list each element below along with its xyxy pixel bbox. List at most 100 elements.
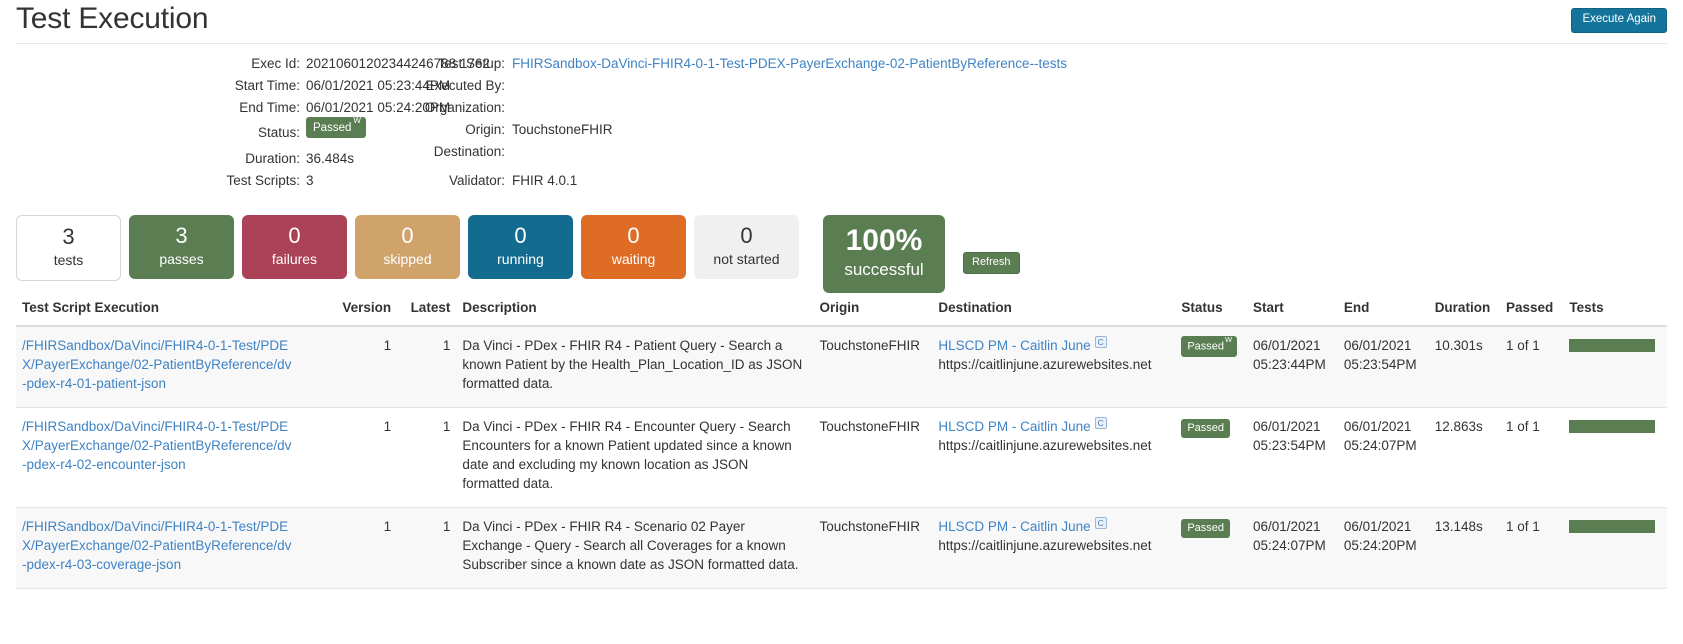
stat-box-skipped[interactable]: 0skipped <box>355 215 460 279</box>
conformance-badge-icon[interactable]: C <box>1095 336 1107 348</box>
cell-version: 1 <box>333 508 397 589</box>
cell-origin: TouchstoneFHIR <box>813 326 932 408</box>
cell-passed: 1 of 1 <box>1500 508 1563 589</box>
col-test-script-execution[interactable]: Test Script Execution <box>16 296 333 326</box>
cell-latest: 1 <box>397 408 456 508</box>
cell-passed: 1 of 1 <box>1500 408 1563 508</box>
stat-label: passes <box>131 249 232 269</box>
cell-version: 1 <box>333 326 397 408</box>
col-duration[interactable]: Duration <box>1429 296 1500 326</box>
destination-label: Destination: <box>330 142 505 161</box>
col-origin[interactable]: Origin <box>813 296 932 326</box>
col-latest[interactable]: Latest <box>397 296 456 326</box>
col-description[interactable]: Description <box>456 296 813 326</box>
col-end[interactable]: End <box>1338 296 1429 326</box>
stat-count: 0 <box>470 223 571 249</box>
destination-url: https://caitlinjune.azurewebsites.net <box>938 436 1169 455</box>
test-setup-link[interactable]: FHIRSandbox-DaVinci-FHIR4-0-1-Test-PDEX-… <box>512 56 1067 71</box>
cell-end: 06/01/2021 05:24:07PM <box>1338 408 1429 508</box>
cell-description: Da Vinci - PDex - FHIR R4 - Scenario 02 … <box>456 508 813 589</box>
destination-url: https://caitlinjune.azurewebsites.net <box>938 355 1169 374</box>
table-row[interactable]: /FHIRSandbox/DaVinci/FHIR4-0-1-Test/PDEX… <box>16 508 1667 589</box>
cell-description: Da Vinci - PDex - FHIR R4 - Patient Quer… <box>456 326 813 408</box>
cell-duration: 13.148s <box>1429 508 1500 589</box>
test-script-link[interactable]: /FHIRSandbox/DaVinci/FHIR4-0-1-Test/PDEX… <box>22 336 292 393</box>
refresh-button[interactable]: Refresh <box>963 252 1020 274</box>
table-header-row: Test Script Execution Version Latest Des… <box>16 296 1667 326</box>
conformance-badge-icon[interactable]: C <box>1095 517 1107 529</box>
row-status-text: Passed <box>1187 522 1224 534</box>
origin-label: Origin: <box>330 120 505 139</box>
execute-again-button[interactable]: Execute Again <box>1571 8 1667 33</box>
stat-label: skipped <box>357 249 458 269</box>
row-status-badge: Passed <box>1181 519 1230 538</box>
execution-summary: Exec Id: 20210601202344246788 1762 Start… <box>0 54 1683 204</box>
cell-description: Da Vinci - PDex - FHIR R4 - Encounter Qu… <box>456 408 813 508</box>
col-tests[interactable]: Tests <box>1563 296 1667 326</box>
cell-status: Passed <box>1175 408 1247 508</box>
cell-start: 06/01/2021 05:24:07PM <box>1247 508 1338 589</box>
test-script-link[interactable]: /FHIRSandbox/DaVinci/FHIR4-0-1-Test/PDEX… <box>22 517 292 574</box>
test-scripts-label: Test Scripts: <box>0 171 300 190</box>
cell-test-script-execution: /FHIRSandbox/DaVinci/FHIR4-0-1-Test/PDEX… <box>16 408 333 508</box>
cell-tests-bar <box>1563 508 1667 589</box>
cell-destination: HLSCD PM - Caitlin JuneChttps://caitlinj… <box>932 508 1175 589</box>
cell-tests-bar <box>1563 326 1667 408</box>
col-version[interactable]: Version <box>333 296 397 326</box>
cell-latest: 1 <box>397 326 456 408</box>
organization-label: Organization: <box>330 98 505 117</box>
origin-value: TouchstoneFHIR <box>512 120 613 139</box>
table-row[interactable]: /FHIRSandbox/DaVinci/FHIR4-0-1-Test/PDEX… <box>16 408 1667 508</box>
stat-label: running <box>470 249 571 269</box>
stat-box-not-started[interactable]: 0not started <box>694 215 799 279</box>
conformance-badge-icon[interactable]: C <box>1095 417 1107 429</box>
row-status-badge: PassedW <box>1181 336 1237 357</box>
col-status[interactable]: Status <box>1175 296 1247 326</box>
table-head: Test Script Execution Version Latest Des… <box>16 296 1667 326</box>
validator-label: Validator: <box>330 171 505 190</box>
test-script-link[interactable]: /FHIRSandbox/DaVinci/FHIR4-0-1-Test/PDEX… <box>22 417 292 474</box>
cell-status: PassedW <box>1175 326 1247 408</box>
stat-count: 3 <box>19 224 118 250</box>
row-status-sup: W <box>1225 335 1232 344</box>
stat-box-passes[interactable]: 3passes <box>129 215 234 279</box>
title-bar: Test Execution Execute Again <box>0 0 1683 44</box>
cell-origin: TouchstoneFHIR <box>813 408 932 508</box>
cell-passed: 1 of 1 <box>1500 326 1563 408</box>
col-start[interactable]: Start <box>1247 296 1338 326</box>
cell-start: 06/01/2021 05:23:54PM <box>1247 408 1338 508</box>
cell-origin: TouchstoneFHIR <box>813 508 932 589</box>
cell-tests-bar <box>1563 408 1667 508</box>
destination-link[interactable]: HLSCD PM - Caitlin June <box>938 338 1090 353</box>
success-percent-box: 100%successful <box>823 215 945 293</box>
page-title: Test Execution <box>16 2 208 36</box>
cell-duration: 10.301s <box>1429 326 1500 408</box>
table-body: /FHIRSandbox/DaVinci/FHIR4-0-1-Test/PDEX… <box>16 326 1667 589</box>
executions-table-wrap: Test Script Execution Version Latest Des… <box>16 296 1667 589</box>
destination-link[interactable]: HLSCD PM - Caitlin June <box>938 419 1090 434</box>
table-row[interactable]: /FHIRSandbox/DaVinci/FHIR4-0-1-Test/PDEX… <box>16 326 1667 408</box>
stat-count: 0 <box>357 223 458 249</box>
stat-count: 0 <box>696 223 797 249</box>
stat-box-failures[interactable]: 0failures <box>242 215 347 279</box>
test-execution-page: Test Execution Execute Again Exec Id: 20… <box>0 0 1683 644</box>
validator-value: FHIR 4.0.1 <box>512 171 577 190</box>
tests-progress-bar <box>1569 339 1655 352</box>
cell-destination: HLSCD PM - Caitlin June Chttps://caitlinj… <box>932 326 1175 408</box>
row-status-badge: Passed <box>1181 419 1230 438</box>
end-time-label: End Time: <box>0 98 300 117</box>
cell-latest: 1 <box>397 508 456 589</box>
stats-row: 3tests3passes0failures0skipped0running0w… <box>16 215 1020 293</box>
executed-by-label: Executed By: <box>330 76 505 95</box>
stat-box-tests[interactable]: 3tests <box>16 215 121 281</box>
destination-link[interactable]: HLSCD PM - Caitlin June <box>938 519 1090 534</box>
row-status-text: Passed <box>1187 422 1224 434</box>
stat-count: 0 <box>583 223 684 249</box>
cell-end: 06/01/2021 05:23:54PM <box>1338 326 1429 408</box>
cell-duration: 12.863s <box>1429 408 1500 508</box>
stat-box-running[interactable]: 0running <box>468 215 573 279</box>
stat-box-waiting[interactable]: 0waiting <box>581 215 686 279</box>
cell-end: 06/01/2021 05:24:20PM <box>1338 508 1429 589</box>
col-destination[interactable]: Destination <box>932 296 1175 326</box>
col-passed[interactable]: Passed <box>1500 296 1563 326</box>
